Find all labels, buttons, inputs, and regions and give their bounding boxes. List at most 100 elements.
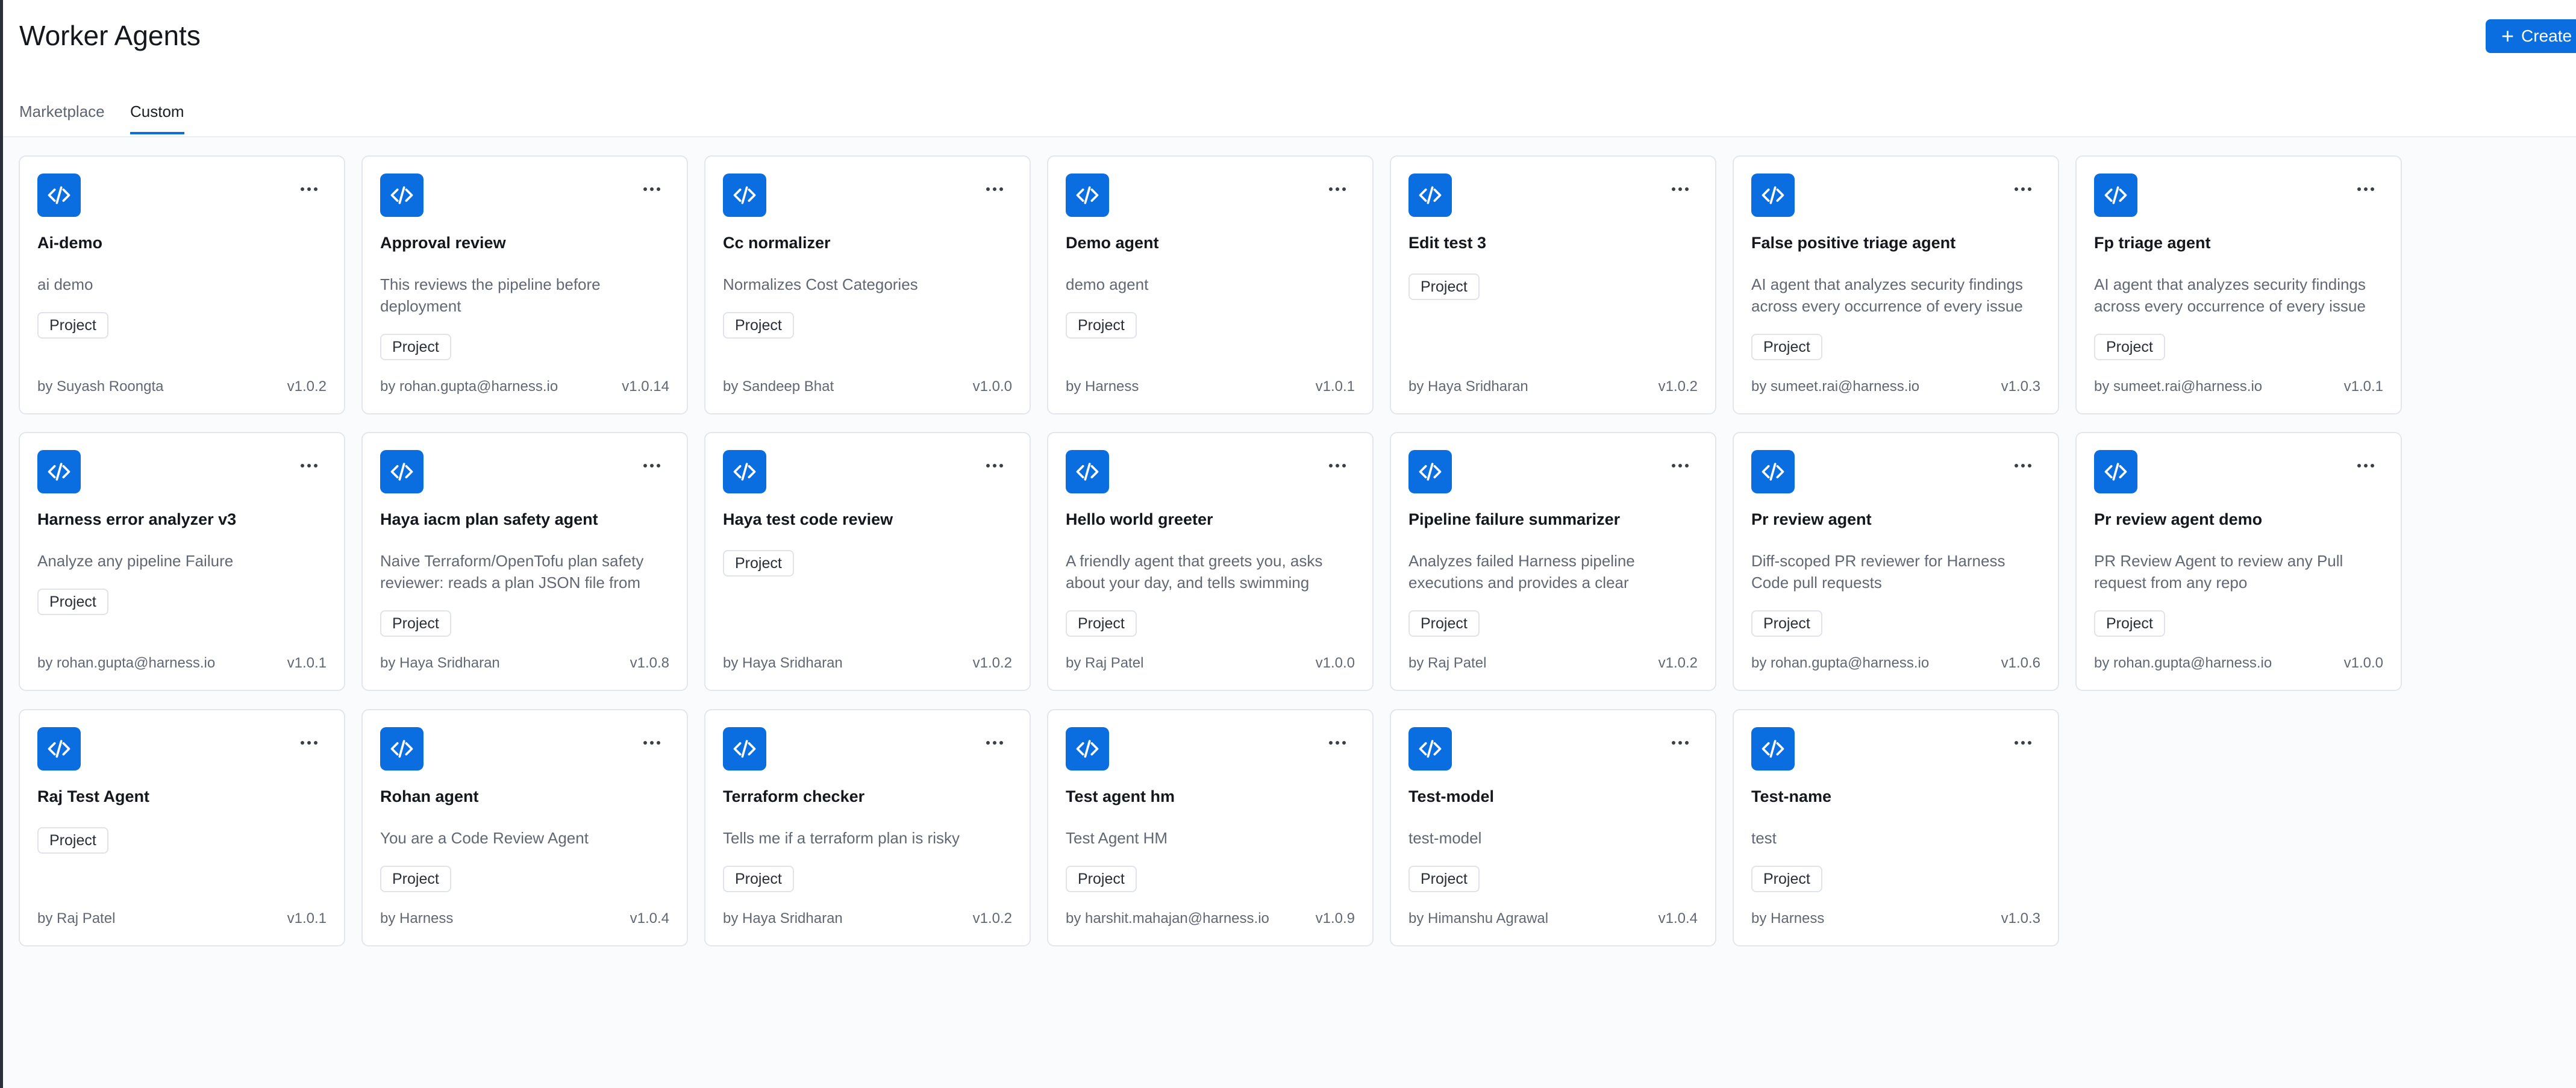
agent-author: by Suyash Roongta (37, 378, 164, 395)
agent-version: v1.0.2 (972, 910, 1012, 927)
agent-title: Demo agent (1066, 234, 1159, 252)
code-brackets-icon (37, 174, 81, 217)
agent-author: by rohan.gupta@harness.io (1751, 655, 1930, 671)
agent-card[interactable]: Ai-demo ai demo Project by Suyash Roongta v1… (19, 155, 345, 414)
scope-badge: Project (1751, 334, 1822, 360)
scope-badge: Project (1066, 866, 1137, 892)
agent-card[interactable]: Pr review agent Diff-scoped PR reviewer f… (1733, 432, 2059, 691)
agent-author: by Himanshu Agrawal (1408, 910, 1549, 927)
agent-description: demo agent (1066, 275, 1149, 293)
agent-title: Pipeline failure summarizer (1408, 510, 1621, 528)
more-horizontal-icon[interactable] (1668, 182, 1692, 196)
code-brackets-icon (723, 450, 766, 493)
plus-icon: + (2501, 23, 2515, 48)
agent-version: v1.0.4 (1658, 910, 1698, 927)
create-button-label: Create (2521, 27, 2572, 45)
agent-card[interactable]: Test-name test Project by Harness v1.0.3 (1733, 709, 2059, 946)
more-horizontal-icon[interactable] (1325, 736, 1349, 750)
agent-description: ai demo (37, 275, 93, 293)
agent-card[interactable]: Cc normalizer Normalizes Cost Categories P… (704, 155, 1031, 414)
more-horizontal-icon[interactable] (1325, 182, 1349, 196)
agent-author: by Harness (380, 910, 454, 927)
more-horizontal-icon[interactable] (983, 458, 1007, 473)
agent-card[interactable]: Raj Test Agent Project by Raj Patel v1.0.1 (19, 709, 345, 946)
more-horizontal-icon[interactable] (640, 736, 664, 750)
code-brackets-icon (1408, 450, 1452, 493)
agent-title: Pr review agent demo (2094, 510, 2263, 528)
agent-description: AI agent that analyzes security findings… (2094, 275, 2366, 315)
code-brackets-icon (380, 450, 424, 493)
agent-card[interactable]: Haya iacm plan safety agent Naive Terrafo… (361, 432, 688, 691)
agent-card[interactable]: Rohan agent You are a Code Review Agent Pr… (361, 709, 688, 946)
more-horizontal-icon[interactable] (297, 458, 321, 473)
agent-description: You are a Code Review Agent (380, 829, 589, 847)
more-horizontal-icon[interactable] (297, 736, 321, 750)
create-button[interactable]: + Create (2486, 19, 2576, 53)
agent-card[interactable]: Hello world greeter A friendly agent that… (1047, 432, 1374, 691)
agent-title: Test-model (1408, 787, 1495, 805)
page-header: Worker Agents + Create Marketplace Custo… (3, 0, 2576, 137)
more-horizontal-icon[interactable] (2011, 182, 2035, 196)
scope-badge: Project (1408, 866, 1480, 892)
agent-description: Diff-scoped PR reviewer for Harness Code… (1751, 552, 2005, 592)
agent-description: Naive Terraform/OpenTofu plan safety rev… (380, 552, 644, 592)
agent-card[interactable]: Test-model test-model Project by Himanshu A… (1390, 709, 1716, 946)
agent-card[interactable]: Approval review This reviews the pipeline… (361, 155, 688, 414)
code-brackets-icon (2094, 174, 2137, 217)
code-brackets-icon (1408, 174, 1452, 217)
more-horizontal-icon[interactable] (2011, 458, 2035, 473)
scope-badge: Project (380, 610, 451, 637)
more-horizontal-icon[interactable] (983, 182, 1007, 196)
agent-author: by Haya Sridharan (723, 910, 843, 927)
agent-version: v1.0.8 (630, 655, 669, 671)
scope-badge: Project (1751, 610, 1822, 637)
agent-title: Haya test code review (723, 510, 893, 528)
agent-version: v1.0.6 (2001, 655, 2040, 671)
agent-author: by sumeet.rai@harness.io (1751, 378, 1920, 395)
agent-author: by rohan.gupta@harness.io (380, 378, 558, 395)
agent-card[interactable]: Haya test code review Project by Haya Srid… (704, 432, 1031, 691)
more-horizontal-icon[interactable] (640, 182, 664, 196)
agent-title: Ai-demo (37, 234, 102, 252)
agent-author: by sumeet.rai@harness.io (2094, 378, 2263, 395)
agent-card[interactable]: Pr review agent demo PR Review Agent to r… (2075, 432, 2402, 691)
agent-card[interactable]: Harness error analyzer v3 Analyze any pip… (19, 432, 345, 691)
agent-title: Test agent hm (1066, 787, 1175, 805)
agent-card[interactable]: Edit test 3 Project by Haya Sridharan v1.0.… (1390, 155, 1716, 414)
scope-badge: Project (380, 334, 451, 360)
code-brackets-icon (1066, 174, 1109, 217)
more-horizontal-icon[interactable] (1668, 736, 1692, 750)
more-horizontal-icon[interactable] (1325, 458, 1349, 473)
agent-title: False positive triage agent (1751, 234, 1956, 252)
code-brackets-icon (37, 450, 81, 493)
more-horizontal-icon[interactable] (640, 458, 664, 473)
agent-title: Harness error analyzer v3 (37, 510, 237, 528)
scope-badge: Project (37, 589, 108, 615)
tab-custom[interactable]: Custom (130, 102, 184, 134)
more-horizontal-icon[interactable] (1668, 458, 1692, 473)
scope-badge: Project (1751, 866, 1822, 892)
more-horizontal-icon[interactable] (983, 736, 1007, 750)
agent-card[interactable]: Test agent hm Test Agent HM Project by hars… (1047, 709, 1374, 946)
agent-card[interactable]: Pipeline failure summarizer Analyzes fail… (1390, 432, 1716, 691)
more-horizontal-icon[interactable] (2354, 182, 2378, 196)
agent-card[interactable]: Terraform checker Tells me if a terraform… (704, 709, 1031, 946)
agent-author: by harshit.mahajan@harness.io (1066, 910, 1269, 927)
agent-title: Hello world greeter (1066, 510, 1213, 528)
more-horizontal-icon[interactable] (297, 182, 321, 196)
more-horizontal-icon[interactable] (2011, 736, 2035, 750)
agent-version: v1.0.0 (972, 378, 1012, 395)
more-horizontal-icon[interactable] (2354, 458, 2378, 473)
agent-author: by Raj Patel (1408, 655, 1487, 671)
agent-card[interactable]: False positive triage agent AI agent that… (1733, 155, 2059, 414)
agent-card[interactable]: Demo agent demo agent Project by Harness v1.… (1047, 155, 1374, 414)
agent-title: Rohan agent (380, 787, 479, 805)
agent-card[interactable]: Fp triage agent AI agent that analyzes se… (2075, 155, 2402, 414)
agent-author: by rohan.gupta@harness.io (2094, 655, 2272, 671)
agent-description: A friendly agent that greets you, asks a… (1066, 552, 1323, 592)
scope-badge: Project (723, 866, 794, 892)
agent-description: test-model (1408, 829, 1482, 847)
scope-badge: Project (380, 866, 451, 892)
tab-marketplace[interactable]: Marketplace (19, 102, 105, 132)
code-brackets-icon (723, 727, 766, 771)
